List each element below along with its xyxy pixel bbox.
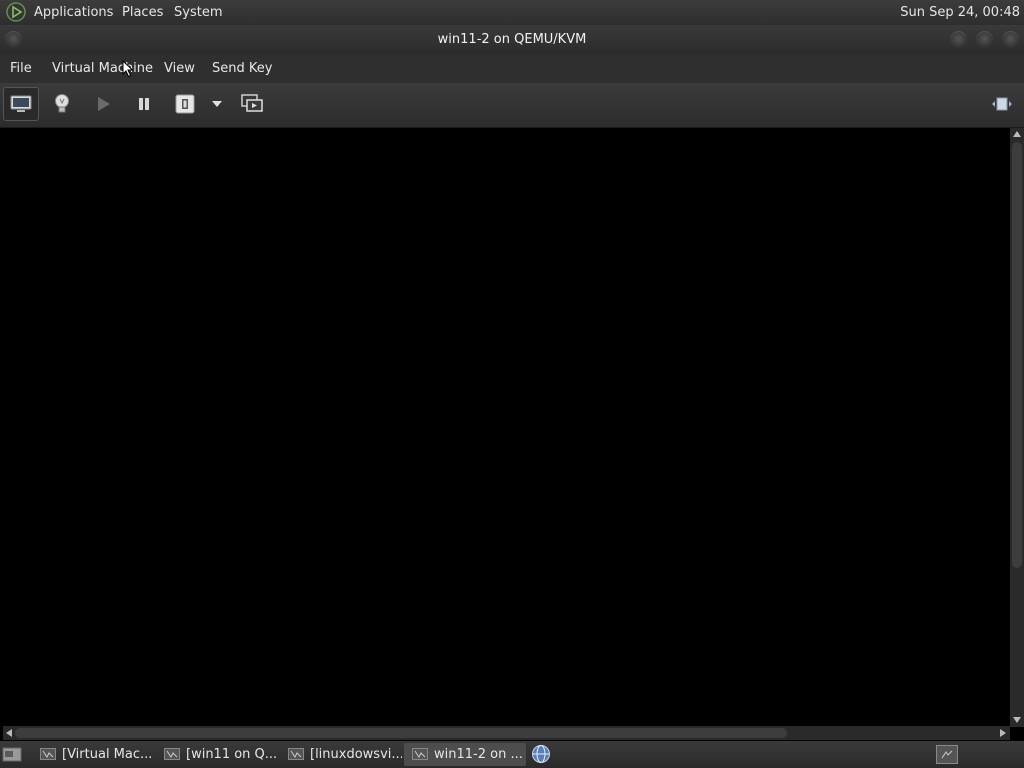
minimize-button[interactable]	[950, 31, 967, 48]
globe-icon	[532, 745, 550, 763]
fullscreen-icon	[992, 97, 1012, 111]
maximize-button[interactable]	[976, 31, 993, 48]
horizontal-scrollbar[interactable]	[3, 726, 1010, 740]
shutdown-button[interactable]	[167, 87, 203, 121]
window-titlebar[interactable]: win11-2 on QEMU/KVM	[0, 25, 1024, 55]
taskbar-item-linuxdowsvi[interactable]: [linuxdowsvi...	[280, 743, 402, 766]
applications-logo-icon[interactable]	[6, 2, 26, 22]
scroll-up-arrow-icon[interactable]	[1013, 131, 1021, 137]
dropdown-arrow-icon	[212, 101, 222, 107]
window-icon	[288, 748, 304, 760]
vertical-scrollbar[interactable]	[1010, 128, 1024, 727]
menubar: File Virtual Machine View Send Key	[0, 55, 1024, 83]
shutdown-dropdown-button[interactable]	[205, 87, 229, 121]
window-icon	[40, 748, 56, 760]
task-label: [Virtual Mac...	[62, 747, 153, 762]
snapshots-button[interactable]	[234, 87, 270, 121]
menu-send-key[interactable]: Send Key	[212, 55, 272, 83]
toolbar	[0, 83, 1024, 128]
pause-button[interactable]	[126, 87, 162, 121]
show-desktop-button[interactable]	[2, 745, 22, 763]
task-label: [linuxdowsvi...	[310, 747, 402, 762]
menu-view[interactable]: View	[164, 55, 195, 83]
snapshots-icon	[241, 94, 263, 112]
lightbulb-icon	[55, 94, 69, 113]
top-panel: Applications Places System Sun Sep 24, 0…	[0, 0, 1024, 25]
taskbar-item-win11-2[interactable]: win11-2 on ...	[404, 743, 526, 766]
console-icon	[10, 95, 32, 112]
fullscreen-button[interactable]	[984, 87, 1020, 121]
scroll-down-arrow-icon[interactable]	[1013, 717, 1021, 723]
workspace-icon	[941, 750, 953, 759]
window-icon	[164, 748, 180, 760]
vertical-scrollbar-thumb[interactable]	[1012, 142, 1022, 568]
applications-menu[interactable]: Applications	[34, 0, 113, 25]
taskbar-item-win11[interactable]: [win11 on Q...	[156, 743, 278, 766]
scroll-right-arrow-icon[interactable]	[1000, 729, 1006, 737]
run-button[interactable]	[85, 87, 121, 121]
show-details-button[interactable]	[44, 87, 80, 121]
clock[interactable]: Sun Sep 24, 00:48	[900, 0, 1020, 25]
taskbar-item-virtual-machine-manager[interactable]: [Virtual Mac...	[32, 743, 154, 766]
play-icon	[98, 97, 110, 111]
bottom-taskbar: [Virtual Mac... [win11 on Q... [linuxdow…	[0, 741, 1024, 768]
pause-icon	[139, 98, 149, 110]
network-globe-button[interactable]	[531, 744, 551, 764]
places-menu[interactable]: Places	[122, 0, 163, 25]
task-label: win11-2 on ...	[434, 747, 523, 762]
show-console-button[interactable]	[3, 87, 39, 121]
mouse-cursor-icon	[122, 60, 134, 78]
vm-console-display[interactable]	[3, 129, 1010, 726]
power-icon	[175, 94, 195, 114]
window-title: win11-2 on QEMU/KVM	[437, 32, 587, 47]
close-button[interactable]	[1002, 31, 1019, 48]
window-icon	[412, 748, 428, 760]
workspace-switcher[interactable]	[936, 745, 958, 764]
system-menu[interactable]: System	[174, 0, 222, 25]
horizontal-scrollbar-thumb[interactable]	[15, 728, 787, 738]
menu-virtual-machine[interactable]: Virtual Machine	[52, 55, 153, 83]
menu-file[interactable]: File	[10, 55, 32, 83]
show-desktop-icon	[2, 747, 22, 762]
task-label: [win11 on Q...	[186, 747, 278, 762]
scroll-left-arrow-icon[interactable]	[6, 729, 12, 737]
